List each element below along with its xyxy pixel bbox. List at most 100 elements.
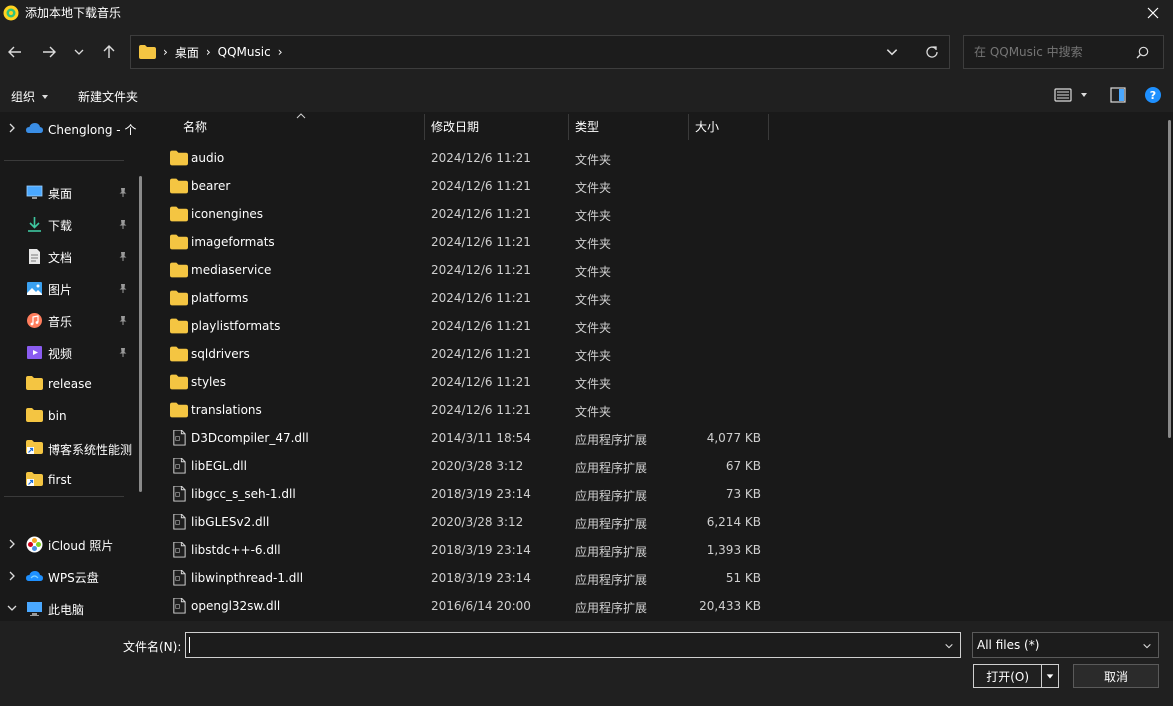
file-size: 51 KB	[725, 571, 761, 585]
column-separator[interactable]	[688, 114, 689, 140]
onedrive-cloud-icon	[26, 123, 43, 133]
help-button[interactable]: ?	[1144, 86, 1162, 104]
window-title: 添加本地下载音乐	[25, 6, 122, 20]
breadcrumb-separator[interactable]: ›	[278, 45, 283, 59]
column-separator[interactable]	[768, 114, 769, 140]
sidebar-item-10[interactable]: first	[0, 465, 140, 495]
folder-icon	[170, 178, 188, 194]
caret-down-icon	[1046, 674, 1054, 679]
file-row[interactable]: iconengines 2024/12/6 11:21 文件夹	[152, 200, 1162, 228]
dll-file-icon	[173, 486, 186, 502]
chevron-down-icon[interactable]	[944, 641, 954, 651]
file-type-filter[interactable]: All files (*)	[972, 632, 1159, 658]
sidebar-item-12[interactable]: WPS云盘	[0, 561, 140, 591]
file-list-scrollbar[interactable]	[1168, 120, 1171, 438]
file-date: 2024/12/6 11:21	[431, 403, 531, 417]
sidebar-scrollbar[interactable]	[139, 176, 142, 492]
sidebar-item-3[interactable]: 文档	[0, 241, 140, 271]
sidebar-item-13[interactable]: 此电脑	[0, 593, 140, 621]
file-row[interactable]: libGLESv2.dll 2020/3/28 3:12 应用程序扩展 6,214 K…	[152, 508, 1162, 536]
preview-pane-button[interactable]	[1109, 86, 1127, 104]
file-date: 2024/12/6 11:21	[431, 207, 531, 221]
folder-icon	[170, 346, 188, 362]
file-name: libgcc_s_seh-1.dll	[191, 487, 296, 501]
column-separator[interactable]	[424, 114, 425, 140]
column-header-name[interactable]: 名称	[183, 112, 423, 140]
breadcrumb-qqmusic[interactable]: QQMusic	[218, 45, 271, 59]
svg-text:?: ?	[1150, 89, 1156, 102]
column-separator[interactable]	[568, 114, 569, 140]
filename-label: 文件名(N):	[123, 640, 182, 654]
file-row[interactable]: translations 2024/12/6 11:21 文件夹	[152, 396, 1162, 424]
column-header-type[interactable]: 类型	[575, 112, 685, 140]
file-row[interactable]: platforms 2024/12/6 11:21 文件夹	[152, 284, 1162, 312]
folder-icon	[170, 206, 188, 222]
recent-locations-button[interactable]	[67, 41, 91, 63]
icloud-photos-icon	[26, 536, 43, 553]
search-box[interactable]	[963, 35, 1164, 69]
file-type-filter-value: All files (*)	[977, 638, 1040, 652]
new-folder-button[interactable]: 新建文件夹	[78, 88, 138, 105]
up-button[interactable]	[97, 41, 121, 63]
cancel-button[interactable]: 取消	[1073, 664, 1159, 688]
folder-icon	[170, 402, 188, 418]
file-row[interactable]: D3Dcompiler_47.dll 2014/3/11 18:54 应用程序扩展 4…	[152, 424, 1162, 452]
file-date: 2014/3/11 18:54	[431, 431, 531, 445]
filename-combobox[interactable]	[185, 632, 961, 658]
view-options-button[interactable]	[1054, 86, 1090, 104]
close-button[interactable]	[1133, 0, 1173, 25]
chevron-right-icon[interactable]	[6, 122, 18, 134]
sidebar-item-4[interactable]: 图片	[0, 273, 140, 303]
file-row[interactable]: libstdc++-6.dll 2018/3/19 23:14 应用程序扩展 1,39…	[152, 536, 1162, 564]
command-bar: 组织 新建文件夹 ?	[0, 80, 1173, 112]
file-row[interactable]: libgcc_s_seh-1.dll 2018/3/19 23:14 应用程序扩展 7…	[152, 480, 1162, 508]
column-header-size[interactable]: 大小	[695, 112, 765, 140]
organize-menu-button[interactable]: 组织	[11, 88, 51, 105]
forward-button[interactable]	[37, 41, 61, 63]
search-input[interactable]	[974, 45, 1124, 59]
file-row[interactable]: imageformats 2024/12/6 11:21 文件夹	[152, 228, 1162, 256]
file-date: 2016/6/14 20:00	[431, 599, 531, 613]
file-date: 2024/12/6 11:21	[431, 347, 531, 361]
file-row[interactable]: styles 2024/12/6 11:21 文件夹	[152, 368, 1162, 396]
file-name: iconengines	[191, 207, 264, 221]
file-row[interactable]: opengl32sw.dll 2016/6/14 20:00 应用程序扩展 20,43…	[152, 592, 1162, 620]
file-size: 73 KB	[725, 487, 761, 501]
breadcrumb-desktop[interactable]: 桌面	[175, 44, 199, 61]
file-row[interactable]: sqldrivers 2024/12/6 11:21 文件夹	[152, 340, 1162, 368]
sidebar-item-label: 此电脑	[48, 603, 85, 617]
this-pc-icon	[27, 602, 42, 616]
sidebar-item-6[interactable]: 视频	[0, 337, 140, 367]
sidebar-item-11[interactable]: iCloud 照片	[0, 529, 140, 559]
open-button[interactable]: 打开(O)	[973, 664, 1059, 688]
file-row[interactable]: libwinpthread-1.dll 2018/3/19 23:14 应用程序扩展…	[152, 564, 1162, 592]
chevron-down-icon[interactable]	[885, 45, 899, 59]
dll-file-icon	[173, 542, 186, 558]
file-row[interactable]: playlistformats 2024/12/6 11:21 文件夹	[152, 312, 1162, 340]
file-row[interactable]: audio 2024/12/6 11:21 文件夹	[152, 144, 1162, 172]
file-row[interactable]: libEGL.dll 2020/3/28 3:12 应用程序扩展 67 KB	[152, 452, 1162, 480]
chevron-right-icon[interactable]	[6, 538, 18, 550]
breadcrumb-separator[interactable]: ›	[206, 45, 211, 59]
chevron-right-icon[interactable]	[6, 570, 18, 582]
sidebar-item-8[interactable]: bin	[0, 401, 140, 431]
file-row[interactable]: mediaservice 2024/12/6 11:21 文件夹	[152, 256, 1162, 284]
file-type: 应用程序扩展	[575, 517, 648, 531]
address-bar[interactable]: › 桌面 › QQMusic ›	[130, 35, 950, 69]
refresh-icon[interactable]	[925, 45, 939, 59]
sidebar-item-0[interactable]: Chenglong - 个	[0, 113, 140, 143]
column-header-date[interactable]: 修改日期	[431, 112, 566, 140]
open-options-button[interactable]	[1042, 671, 1058, 681]
sidebar-item-label: 博客系统性能测	[48, 443, 133, 457]
file-date: 2024/12/6 11:21	[431, 179, 531, 193]
file-row[interactable]: bearer 2024/12/6 11:21 文件夹	[152, 172, 1162, 200]
chevron-down-icon[interactable]	[6, 602, 18, 614]
search-icon[interactable]	[1136, 46, 1149, 59]
back-button[interactable]	[3, 41, 27, 63]
filename-input[interactable]	[190, 636, 930, 654]
sidebar-item-9[interactable]: 博客系统性能测	[0, 433, 140, 463]
sidebar-item-7[interactable]: release	[0, 369, 140, 399]
sidebar-item-5[interactable]: 音乐	[0, 305, 140, 335]
sidebar-item-1[interactable]: 桌面	[0, 177, 140, 207]
sidebar-item-2[interactable]: 下载	[0, 209, 140, 239]
